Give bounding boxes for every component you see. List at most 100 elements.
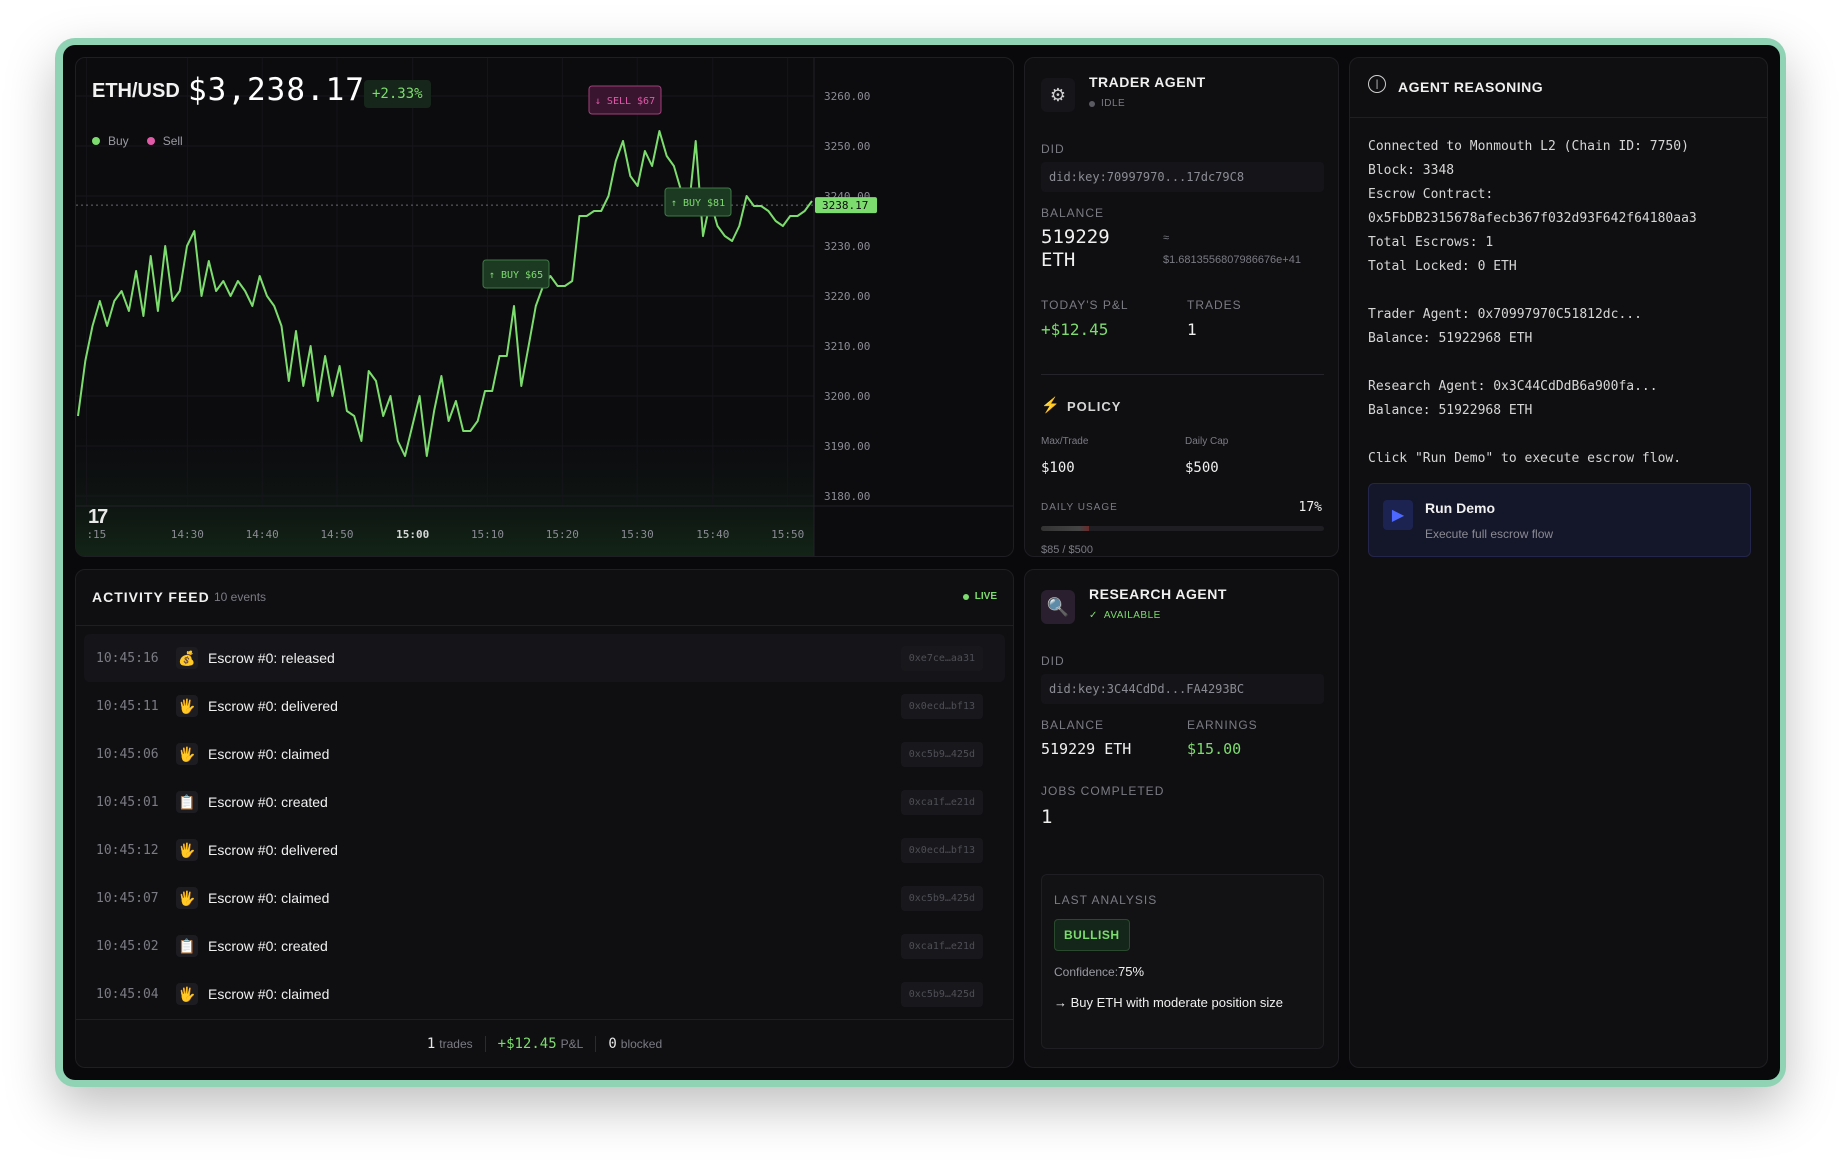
tx-hash[interactable]: 0xe7ce…aa31 <box>900 645 983 671</box>
footer-trades-count: 1 <box>426 1035 436 1052</box>
pair-label: ETH/USD <box>92 80 180 102</box>
price-change-badge: +2.33% <box>364 80 431 108</box>
y-tick-label: 3190.00 <box>824 440 870 453</box>
tx-hash[interactable]: 0xc5b9…425d <box>900 981 983 1007</box>
event-icon: 📋 <box>176 791 198 813</box>
research-balance-value: 519229 ETH <box>1041 740 1132 758</box>
log-line: Connected to Monmouth L2 (Chain ID: 7750… <box>1368 139 1689 154</box>
footer-trades-label: trades <box>439 1036 473 1051</box>
activity-row[interactable]: 10:45:11 🖐 Escrow #0: delivered 0x0ecd…bf13 <box>84 682 1005 730</box>
live-dot-icon <box>962 593 969 600</box>
buy-marker[interactable]: ↑ BUY $65 <box>482 259 550 289</box>
activity-row[interactable]: 10:45:16 💰 Escrow #0: released 0xe7ce…aa31 <box>84 634 1005 682</box>
activity-row[interactable]: 10:45:04 🖐 Escrow #0: claimed 0xc5b9…425d <box>84 970 1005 1018</box>
y-tick-label: 3250.00 <box>824 140 870 153</box>
activity-time: 10:45:02 <box>96 938 159 954</box>
activity-row[interactable]: 10:45:01 📋 Escrow #0: created 0xca1f…e21d <box>84 778 1005 826</box>
y-tick-label: 3230.00 <box>824 240 870 253</box>
trader-agent-title: TRADER AGENT <box>1089 74 1206 90</box>
trader-balance-value: 519229 ETH <box>1041 226 1110 272</box>
tx-hash[interactable]: 0xca1f…e21d <box>900 933 983 959</box>
tx-hash[interactable]: 0xc5b9…425d <box>900 885 983 911</box>
trader-divider <box>1041 374 1324 375</box>
log-line: Research Agent: 0x3C44CdDdB6a900fa... <box>1368 379 1658 394</box>
play-icon: ▶ <box>1383 500 1413 530</box>
tx-hash[interactable]: 0xca1f…e21d <box>900 789 983 815</box>
daily-cap-value: $500 <box>1185 460 1219 476</box>
live-badge: LIVE <box>962 591 997 602</box>
max-trade-label: Max/Trade <box>1041 436 1089 447</box>
activity-text: Escrow #0: claimed <box>208 986 330 1002</box>
activity-time: 10:45:11 <box>96 698 159 714</box>
buy-dot-icon <box>92 137 100 145</box>
trader-balance-amount: 519229 <box>1041 226 1110 248</box>
footer-separator <box>484 1035 486 1052</box>
legend-sell: Sell <box>146 134 183 148</box>
trader-trades-value: 1 <box>1187 320 1197 339</box>
y-tick-label: 3220.00 <box>824 290 870 303</box>
research-did-label: DID <box>1041 654 1065 668</box>
reasoning-header: | AGENT REASONING <box>1350 58 1767 118</box>
footer-blocked: 0 blocked <box>608 1036 662 1052</box>
price-chart-panel[interactable]: 3260.00 3250.00 3240.00 3230.00 3220.00 3210.… <box>75 57 1014 557</box>
y-tick-label: 3210.00 <box>824 340 870 353</box>
current-price-tag-label: 3238.17 <box>822 199 868 212</box>
log-line: Block: 3348 <box>1368 163 1455 178</box>
tradingview-logo-icon[interactable]: 17 <box>88 506 108 529</box>
tx-hash[interactable]: 0x0ecd…bf13 <box>900 693 983 719</box>
log-line: Balance: 51922968 ETH <box>1368 331 1533 346</box>
check-icon: ✓ <box>1089 610 1098 621</box>
research-agent-title: RESEARCH AGENT <box>1089 586 1227 602</box>
jobs-label: JOBS COMPLETED <box>1041 784 1165 798</box>
footer-blocked-count: 0 <box>608 1035 617 1052</box>
activity-footer: 1 trades +$12.45 P&L 0 blocked <box>76 1019 1013 1067</box>
activity-time: 10:45:01 <box>96 794 159 810</box>
footer-separator <box>595 1035 597 1052</box>
price-chart[interactable]: 3260.003250.003240.003230.003220.003210.… <box>76 58 1014 557</box>
trader-pnl-value: +$12.45 <box>1041 320 1109 339</box>
activity-time: 10:45:12 <box>96 842 159 858</box>
x-tick-label: 15:10 <box>471 528 504 541</box>
trader-agent-panel: ⚙ TRADER AGENT IDLE DID did:key:70997970… <box>1024 57 1339 557</box>
activity-text: Escrow #0: released <box>208 650 335 666</box>
trader-balance-label: BALANCE <box>1041 206 1105 220</box>
activity-feed-panel: ACTIVITY FEED 10 events LIVE 10:45:16 💰 Es… <box>75 569 1014 1068</box>
x-tick-label: 15:30 <box>621 528 654 541</box>
research-did-value[interactable]: did:key:3C44CdDd...FA4293BC <box>1041 674 1324 704</box>
tx-hash[interactable]: 0xc5b9…425d <box>900 741 983 767</box>
trader-did-label: DID <box>1041 142 1065 156</box>
y-tick-label: 3180.00 <box>824 490 870 503</box>
x-tick-label: 14:30 <box>171 528 204 541</box>
footer-trades: 1 trades <box>427 1036 473 1052</box>
run-demo-button[interactable]: ▶ Run Demo Execute full escrow flow <box>1368 483 1751 557</box>
activity-row[interactable]: 10:45:06 🖐 Escrow #0: claimed 0xc5b9…425d <box>84 730 1005 778</box>
trader-balance-usd: $1.6813556807986676e+41 <box>1163 254 1301 266</box>
activity-row[interactable]: 10:45:12 🖐 Escrow #0: delivered 0x0ecd…bf13 <box>84 826 1005 874</box>
marker-label: ↑ BUY $81 <box>671 198 725 209</box>
tx-hash[interactable]: 0x0ecd…bf13 <box>900 837 983 863</box>
log-line: Click "Run Demo" to execute escrow flow. <box>1368 451 1682 466</box>
trader-status: IDLE <box>1089 98 1125 109</box>
activity-text: Escrow #0: delivered <box>208 842 338 858</box>
status-dot-icon <box>1089 100 1095 107</box>
x-tick-label: :15 <box>86 528 106 541</box>
activity-list: 10:45:16 💰 Escrow #0: released 0xe7ce…aa31 1… <box>84 634 1005 1018</box>
activity-text: Escrow #0: created <box>208 794 328 810</box>
footer-pnl: +$12.45 P&L <box>498 1036 584 1052</box>
activity-row[interactable]: 10:45:02 📋 Escrow #0: created 0xca1f…e21d <box>84 922 1005 970</box>
event-icon: 🖐 <box>176 839 198 861</box>
policy-label: POLICY <box>1067 399 1122 414</box>
activity-row[interactable]: 10:45:07 🖐 Escrow #0: claimed 0xc5b9…425d <box>84 874 1005 922</box>
buy-marker[interactable]: ↑ BUY $81 <box>664 187 732 217</box>
jobs-value: 1 <box>1041 806 1053 828</box>
log-line: Total Locked: 0 ETH <box>1368 259 1517 274</box>
log-line: Escrow Contract: <box>1368 187 1494 202</box>
trader-did-value[interactable]: did:key:70997970...17dc79C8 <box>1041 162 1324 192</box>
confidence-label: Confidence: <box>1054 965 1119 979</box>
sell-marker[interactable]: ↓ SELL $67 <box>588 85 662 115</box>
magnifier-icon: 🔍 <box>1041 590 1075 624</box>
event-icon: 📋 <box>176 935 198 957</box>
trader-balance-approx: ≈ <box>1163 232 1170 244</box>
log-line: Total Escrows: 1 <box>1368 235 1494 250</box>
